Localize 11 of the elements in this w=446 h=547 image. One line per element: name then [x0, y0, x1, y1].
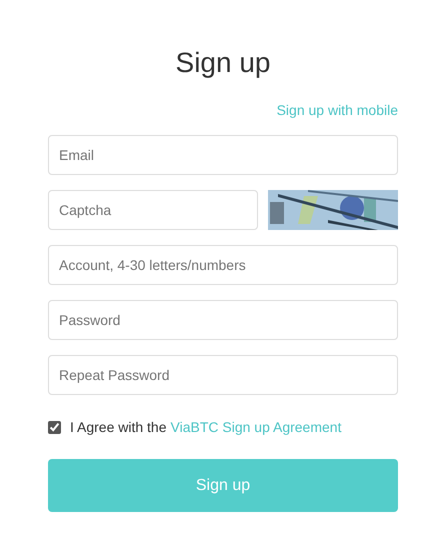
text-field[interactable]: Account, 4-30 letters/numbers	[48, 245, 398, 285]
password-field[interactable]: Password	[48, 300, 398, 340]
agree-checkbox[interactable]	[48, 420, 61, 434]
agree-label: I Agree with the	[70, 418, 167, 437]
page-title: Sign up	[176, 46, 270, 80]
signup-button[interactable]: Sign up	[48, 459, 398, 512]
agreement-link[interactable]: ViaBTC Sign up Agreement	[170, 416, 342, 438]
captcha-field[interactable]: Captcha	[48, 190, 258, 230]
text-field[interactable]: Email	[48, 135, 398, 175]
mobile-signup-link[interactable]: Sign up with mobile	[276, 100, 398, 120]
password-field[interactable]: Repeat Password	[48, 355, 398, 395]
